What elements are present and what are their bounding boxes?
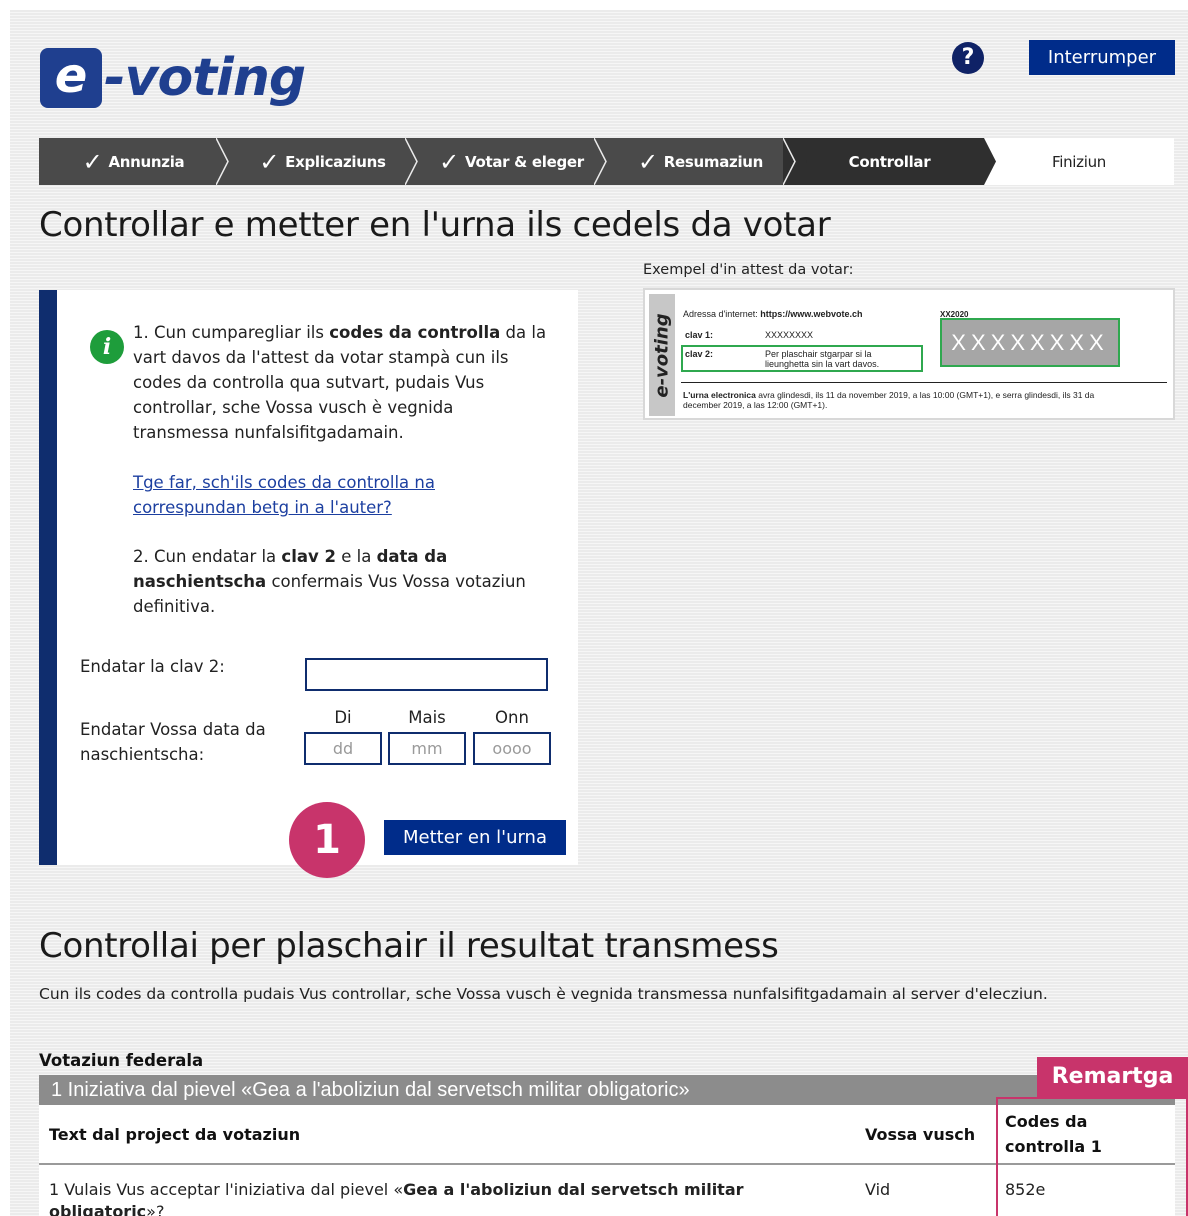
text-emphasis: codes da controlla xyxy=(329,323,501,342)
card-clav2-label: clav 2: xyxy=(685,349,714,359)
step-annunzia: ✓ Annunzia xyxy=(39,138,240,185)
results-table: Text dal project da votaziun Vossa vusch… xyxy=(39,1105,1175,1216)
day-header: Di xyxy=(334,708,352,727)
month-header: Mais xyxy=(408,708,446,727)
example-label: Exempel d'in attest da votar: xyxy=(643,262,854,278)
result-title: Controllai per plaschair il resultat tra… xyxy=(39,926,779,966)
birth-day-input[interactable] xyxy=(304,732,382,765)
card-clav1-label: clav 1: xyxy=(685,330,714,340)
instruction-step-1: 1. Cun cumparegliar ils codes da control… xyxy=(133,320,553,445)
text-segment: 1 Vulais Vus acceptar l'iniziativa dal p… xyxy=(49,1180,404,1199)
step-resumaziun: ✓ Resumaziun xyxy=(606,138,807,185)
card-side-logo-text: e-voting xyxy=(651,312,673,398)
step-label: Votar & eleger xyxy=(464,152,584,171)
table-row: 1 Vulais Vus acceptar l'iniziativa dal p… xyxy=(39,1164,1175,1216)
step-votar-eleger: ✓ Votar & eleger xyxy=(417,138,618,185)
birth-month-input[interactable] xyxy=(388,732,466,765)
card-clav2-value: Per plaschair stgarpar si la lieunghetta… xyxy=(765,349,880,369)
code-cell: 852e xyxy=(1005,1180,1046,1199)
text-segment: 2. Cun endatar la xyxy=(133,547,282,566)
clav-2-input[interactable] xyxy=(305,658,548,691)
table-header-row: Text dal project da votaziun Vossa vusch… xyxy=(39,1105,1175,1165)
checkmark-icon: ✓ xyxy=(259,147,280,176)
card-urn-info: L'urna electronica avra glindesdi, ils 1… xyxy=(683,390,1103,410)
step-arrow-icon xyxy=(405,138,429,185)
checkmark-icon: ✓ xyxy=(82,147,103,176)
page: e -voting ? Interrumper ✓ Annunzia ✓ Exp… xyxy=(10,10,1188,1216)
e-voting-logo: e -voting xyxy=(40,48,306,108)
federal-vote-heading: Votaziun federala xyxy=(39,1051,204,1070)
question-title-bar: 1 Iniziativa dal pievel «Gea a l'abolizi… xyxy=(39,1075,1175,1105)
card-url: Adressa d'internet: https://www.webvote.… xyxy=(683,309,862,319)
remark-badge: Remartga xyxy=(1037,1057,1188,1097)
birth-year-input[interactable] xyxy=(473,732,551,765)
column-header-text: Text dal project da votaziun xyxy=(39,1105,855,1165)
checkmark-icon: ✓ xyxy=(439,147,459,176)
interrupt-button[interactable]: Interrumper xyxy=(1029,40,1175,75)
vote-cell: Vid xyxy=(865,1180,891,1199)
birthdate-label: Endatar Vossa data da naschientscha: xyxy=(80,720,266,764)
instruction-panel: i 1. Cun cumparegliar ils codes da contr… xyxy=(39,290,578,878)
card-divider xyxy=(681,382,1167,383)
card-side-logo: e-voting xyxy=(649,294,675,416)
step-label: Explicaziuns xyxy=(285,152,386,171)
info-icon: i xyxy=(90,330,124,364)
logo-e-mark: e xyxy=(40,48,102,108)
step-arrow-icon xyxy=(594,138,618,185)
column-header-code: Codes da controlla 1 xyxy=(995,1105,1175,1165)
column-header-vote: Vossa vusch xyxy=(855,1105,995,1165)
submit-to-urn-button[interactable]: Metter en l'urna xyxy=(384,820,566,855)
card-url-label: Adressa d'internet: xyxy=(683,309,758,319)
step-controllar: Controllar xyxy=(795,138,996,185)
logo-wordmark: -voting xyxy=(104,48,306,108)
text-emphasis: clav 2 xyxy=(281,547,336,566)
step-label: Finiziun xyxy=(1051,152,1107,171)
card-urn-bold: L'urna electronica xyxy=(683,390,756,400)
help-icon[interactable]: ? xyxy=(952,42,984,74)
text-segment: 1. Cun cumparegliar ils xyxy=(133,323,330,342)
page-title: Controllar e metter en l'urna ils cedels… xyxy=(39,205,831,245)
text-segment: »? xyxy=(146,1202,165,1216)
result-description: Cun ils codes da controlla pudais Vus co… xyxy=(39,985,1048,1003)
card-url-value: https://www.webvote.ch xyxy=(760,309,863,319)
instruction-step-2: 2. Cun endatar la clav 2 e la data da na… xyxy=(133,544,553,619)
step-number-badge: 1 xyxy=(289,802,365,878)
year-header: Onn xyxy=(495,708,529,727)
checkmark-icon: ✓ xyxy=(637,147,658,176)
clav-2-label: Endatar la clav 2: xyxy=(80,657,225,676)
progress-steps: ✓ Annunzia ✓ Explicaziuns ✓ Votar & eleg… xyxy=(39,138,1175,185)
step-label: Resumaziun xyxy=(663,152,764,171)
card-clav1-value: XXXXXXXX xyxy=(765,330,814,340)
step-label: Controllar xyxy=(848,152,931,171)
step-explicaziuns: ✓ Explicaziuns xyxy=(228,138,429,185)
mismatch-help-link[interactable]: Tge far, sch'ils codes da controlla na c… xyxy=(133,470,553,520)
step-arrow-icon xyxy=(972,138,996,185)
question-text-cell: 1 Vulais Vus acceptar l'iniziativa dal p… xyxy=(39,1164,855,1216)
step-finiziun: Finiziun xyxy=(984,138,1174,185)
card-code-box: XXXXXXXX xyxy=(940,318,1120,367)
step-arrow-icon xyxy=(783,138,807,185)
step-arrow-icon xyxy=(216,138,240,185)
text-segment: e la xyxy=(335,547,377,566)
step-label: Annunzia xyxy=(108,152,185,171)
example-voting-card: e-voting Adressa d'internet: https://www… xyxy=(643,288,1175,420)
